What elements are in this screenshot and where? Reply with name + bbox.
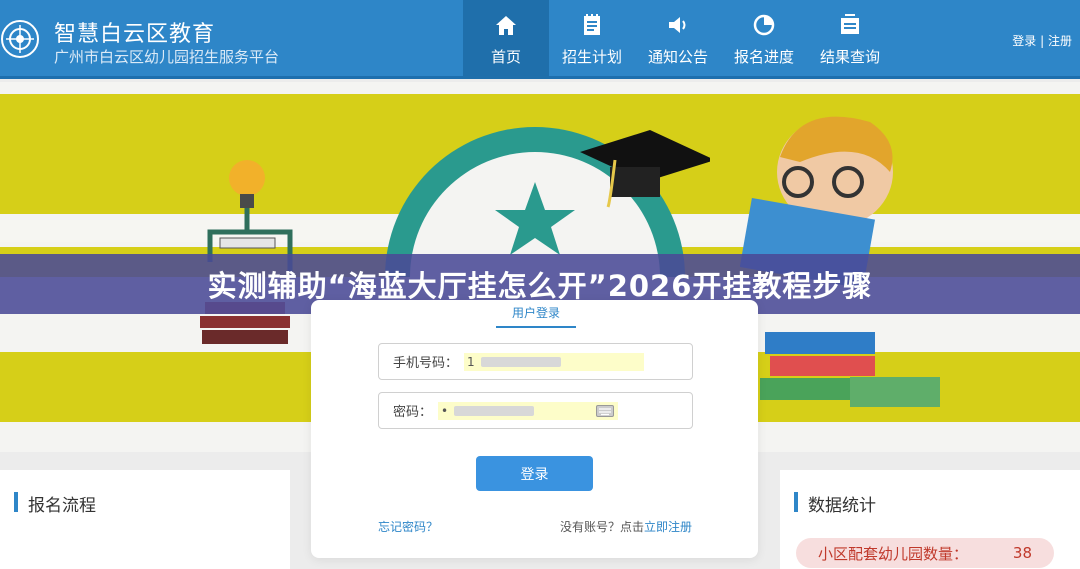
login-panel-heading: 用户登录 — [496, 304, 576, 328]
stat-kindergarten-count: 小区配套幼儿园数量： 38 — [796, 538, 1054, 568]
statistics-panel: 数据统计 小区配套幼儿园数量： 38 — [780, 470, 1080, 569]
password-field[interactable]: 密码： • — [378, 392, 693, 429]
nav-notices-label: 通知公告 — [647, 48, 708, 66]
password-input-redacted — [454, 405, 535, 416]
auth-separator: | — [1040, 34, 1045, 48]
site-subtitle: 广州市白云区幼儿园招生服务平台 — [54, 48, 280, 66]
auth-links: 登录 | 注册 — [1012, 32, 1072, 49]
home-icon — [496, 16, 516, 35]
pie-chart-icon — [753, 14, 775, 36]
nav-result-query-label: 结果查询 — [819, 48, 880, 66]
registration-process-panel: 报名流程 — [0, 470, 290, 569]
phone-field-label: 手机号码： — [393, 356, 459, 371]
section-marker — [14, 492, 18, 512]
phone-input-value: 1 — [467, 354, 475, 369]
nav-progress-label: 报名进度 — [733, 48, 794, 66]
nav-home[interactable]: 首页 — [463, 0, 549, 79]
nav-admission-plan[interactable]: 招生计划 — [549, 0, 635, 79]
inbox-icon — [841, 14, 859, 34]
nav-admission-plan-label: 招生计划 — [561, 48, 622, 66]
register-prompt: 没有账号？点击立即注册 — [560, 518, 692, 535]
nav-home-label: 首页 — [490, 48, 521, 66]
nav-result-query[interactable]: 结果查询 — [807, 0, 893, 79]
stat-label: 小区配套幼儿园数量： — [818, 544, 969, 563]
stat-value: 38 — [1012, 544, 1032, 562]
register-now-link[interactable]: 立即注册 — [644, 520, 692, 534]
no-account-text: 没有账号？点击 — [559, 520, 644, 534]
phone-input[interactable]: 1 — [464, 352, 645, 371]
speaker-icon — [669, 17, 686, 33]
password-input[interactable]: • — [438, 401, 619, 420]
district-logo-icon — [1, 20, 39, 58]
phone-field[interactable]: 手机号码： 1 — [378, 343, 693, 380]
password-field-label: 密码： — [393, 405, 433, 420]
phone-input-redacted — [480, 356, 561, 367]
section-marker — [794, 492, 798, 512]
top-navigation-bar: 智慧白云区教育 广州市白云区幼儿园招生服务平台 首页 招生计划 通知公告 报名进… — [0, 0, 1080, 79]
document-list-icon — [584, 14, 600, 35]
login-submit-button[interactable]: 登录 — [476, 456, 593, 491]
login-panel: 用户登录 手机号码： 1 密码： • 登录 忘记密码？ 没有账号？点击立即注册 — [311, 300, 758, 558]
password-input-value: • — [441, 403, 449, 418]
nav-progress[interactable]: 报名进度 — [721, 0, 807, 79]
main-nav: 首页 招生计划 通知公告 报名进度 结果查询 — [463, 0, 893, 79]
statistics-title: 数据统计 — [808, 496, 876, 516]
forgot-password-link[interactable]: 忘记密码？ — [378, 518, 438, 535]
keyboard-icon[interactable] — [596, 404, 615, 417]
register-link[interactable]: 注册 — [1048, 34, 1072, 48]
nav-notices[interactable]: 通知公告 — [635, 0, 721, 79]
site-title: 智慧白云区教育 — [54, 22, 216, 47]
registration-process-title: 报名流程 — [28, 496, 96, 516]
login-link[interactable]: 登录 — [1012, 34, 1036, 48]
